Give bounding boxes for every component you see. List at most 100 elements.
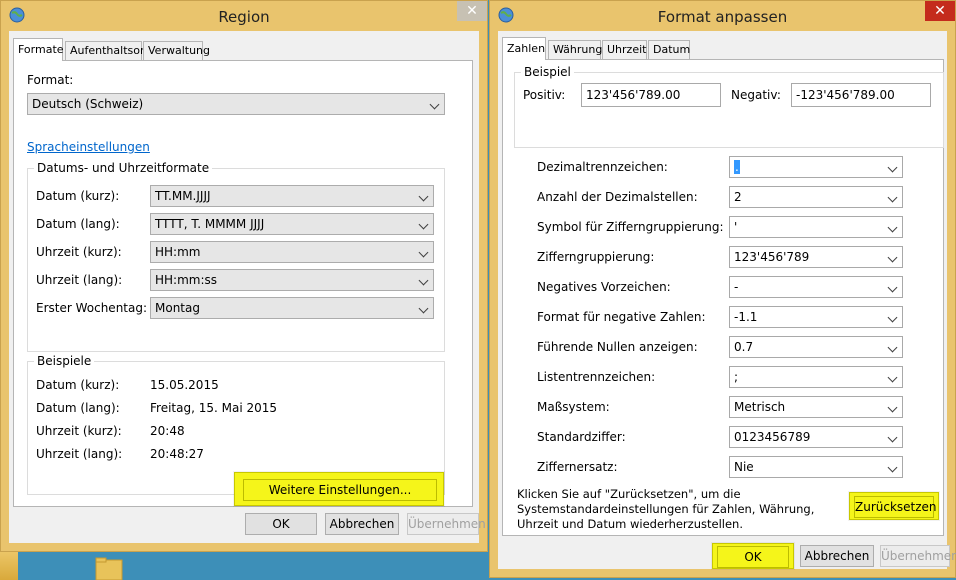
- highlight-ok: OK: [712, 543, 794, 569]
- negative-sign-select[interactable]: -: [729, 276, 903, 298]
- field-label: Uhrzeit (lang):: [36, 273, 123, 287]
- grouping-symbol-value: ': [734, 220, 738, 234]
- leading-zeros-select[interactable]: 0.7: [729, 336, 903, 358]
- tab-formate[interactable]: Formate: [13, 38, 64, 61]
- highlight-reset: Zurücksetzen: [849, 492, 939, 520]
- reset-button[interactable]: Zurücksetzen: [854, 496, 937, 518]
- example-label: Datum (kurz):: [36, 378, 120, 392]
- highlight-more-settings: Weitere Einstellungen...: [234, 472, 444, 506]
- setting-label: Ziffernersatz:: [537, 460, 618, 474]
- region-cancel-button[interactable]: Abbrechen: [325, 513, 399, 535]
- standard-digits-value: 0123456789: [734, 430, 811, 444]
- format-select-value: Deutsch (Schweiz): [32, 97, 144, 111]
- example-value: 20:48:27: [150, 447, 204, 461]
- setting-label: Symbol für Zifferngruppierung:: [537, 220, 724, 234]
- list-separator-select[interactable]: ;: [729, 366, 903, 388]
- field-label: Uhrzeit (kurz):: [36, 245, 122, 259]
- time-short-select[interactable]: HH:mm: [150, 241, 434, 263]
- list-separator-value: ;: [734, 370, 739, 384]
- format-titlebar[interactable]: Format anpassen ✕: [490, 1, 955, 31]
- tab-uhrzeit[interactable]: Uhrzeit: [602, 40, 647, 59]
- tab-waehrung[interactable]: Währung: [548, 40, 602, 59]
- grouping-symbol-select[interactable]: ': [729, 216, 903, 238]
- chevron-down-icon: [418, 219, 429, 230]
- examples-title: Beispiele: [34, 354, 95, 368]
- tab-zahlen[interactable]: Zahlen: [502, 37, 546, 60]
- time-long-select[interactable]: HH:mm:ss: [150, 269, 434, 291]
- region-ok-button[interactable]: OK: [245, 513, 317, 535]
- date-long-select[interactable]: TTTT, T. MMMM JJJJ: [150, 213, 434, 235]
- region-body: Formate Aufenthaltsort Verwaltung Format…: [9, 31, 486, 543]
- example-group: Beispiel Positiv: 123'456'789.00 Negativ…: [514, 65, 944, 148]
- setting-label: Listentrennzeichen:: [537, 370, 656, 384]
- date-short-select[interactable]: TT.MM.JJJJ: [150, 185, 434, 207]
- format-select[interactable]: Deutsch (Schweiz): [27, 93, 445, 115]
- tab-verwaltung[interactable]: Verwaltung: [143, 41, 210, 60]
- decimal-separator-value: .: [734, 160, 740, 174]
- format-title: Format anpassen: [657, 8, 788, 26]
- setting-label: Führende Nullen anzeigen:: [537, 340, 698, 354]
- language-settings-link[interactable]: Spracheinstellungen: [27, 140, 150, 154]
- example-label: Uhrzeit (kurz):: [36, 424, 122, 438]
- format-label: Format:: [27, 73, 74, 87]
- example-value: 20:48: [150, 424, 185, 438]
- digit-grouping-value: 123'456'789: [734, 250, 810, 264]
- tab-datum[interactable]: Datum: [648, 40, 690, 59]
- region-close-button[interactable]: ✕: [457, 1, 487, 21]
- tab-aufenthaltsort[interactable]: Aufenthaltsort: [65, 41, 149, 60]
- date-time-formats-group: Datums- und Uhrzeitformate Datum (kurz):…: [27, 161, 445, 352]
- digit-substitution-value: Nie: [734, 460, 754, 474]
- chevron-down-icon: [887, 282, 898, 293]
- examples-group: Beispiele Datum (kurz): 15.05.2015 Datum…: [27, 354, 445, 506]
- digit-substitution-select[interactable]: Nie: [729, 456, 903, 478]
- setting-label: Anzahl der Dezimalstellen:: [537, 190, 698, 204]
- positive-label: Positiv:: [523, 88, 566, 102]
- digit-grouping-select[interactable]: 123'456'789: [729, 246, 903, 268]
- chevron-down-icon: [418, 247, 429, 258]
- standard-digits-select[interactable]: 0123456789: [729, 426, 903, 448]
- date-short-value: TT.MM.JJJJ: [155, 189, 211, 203]
- field-label: Datum (kurz):: [36, 189, 120, 203]
- region-apply-button[interactable]: Übernehmen: [407, 513, 486, 535]
- example-label: Uhrzeit (lang):: [36, 447, 123, 461]
- format-tabpanel: Beispiel Positiv: 123'456'789.00 Negativ…: [502, 59, 944, 536]
- format-close-button[interactable]: ✕: [925, 1, 955, 21]
- first-weekday-select[interactable]: Montag: [150, 297, 434, 319]
- region-titlebar[interactable]: Region ✕: [1, 1, 487, 31]
- chevron-down-icon: [887, 462, 898, 473]
- example-title: Beispiel: [521, 65, 574, 79]
- negative-sign-value: -: [734, 280, 739, 294]
- date-long-value: TTTT, T. MMMM JJJJ: [155, 217, 265, 231]
- region-title: Region: [218, 8, 270, 26]
- decimal-digits-select[interactable]: 2: [729, 186, 903, 208]
- chevron-down-icon: [418, 303, 429, 314]
- chevron-down-icon: [887, 312, 898, 323]
- format-ok-button[interactable]: OK: [717, 546, 789, 568]
- chevron-down-icon: [887, 192, 898, 203]
- chevron-down-icon: [887, 432, 898, 443]
- first-weekday-value: Montag: [155, 301, 200, 315]
- format-body: Zahlen Währung Uhrzeit Datum Beispiel Po…: [498, 31, 956, 569]
- field-label: Datum (lang):: [36, 217, 120, 231]
- chevron-down-icon: [429, 99, 440, 110]
- measurement-select[interactable]: Metrisch: [729, 396, 903, 418]
- format-cancel-button[interactable]: Abbrechen: [800, 545, 874, 567]
- folder-icon[interactable]: [94, 556, 124, 580]
- chevron-down-icon: [887, 222, 898, 233]
- region-tabpanel: Format: Deutsch (Schweiz) Spracheinstell…: [13, 60, 473, 507]
- chevron-down-icon: [887, 402, 898, 413]
- setting-label: Maßsystem:: [537, 400, 610, 414]
- chevron-down-icon: [887, 252, 898, 263]
- chevron-down-icon: [887, 372, 898, 383]
- negative-format-select[interactable]: -1.1: [729, 306, 903, 328]
- chevron-down-icon: [418, 275, 429, 286]
- more-settings-button[interactable]: Weitere Einstellungen...: [243, 479, 437, 501]
- positive-field[interactable]: 123'456'789.00: [581, 83, 721, 107]
- reset-info-text: Klicken Sie auf "Zurücksetzen", um die S…: [517, 487, 815, 531]
- negative-format-value: -1.1: [734, 310, 758, 324]
- setting-label: Dezimaltrennzeichen:: [537, 160, 668, 174]
- format-apply-button[interactable]: Übernehmen: [880, 545, 956, 567]
- negative-field[interactable]: -123'456'789.00: [791, 83, 931, 107]
- decimal-separator-select[interactable]: .: [729, 156, 903, 178]
- setting-label: Format für negative Zahlen:: [537, 310, 706, 324]
